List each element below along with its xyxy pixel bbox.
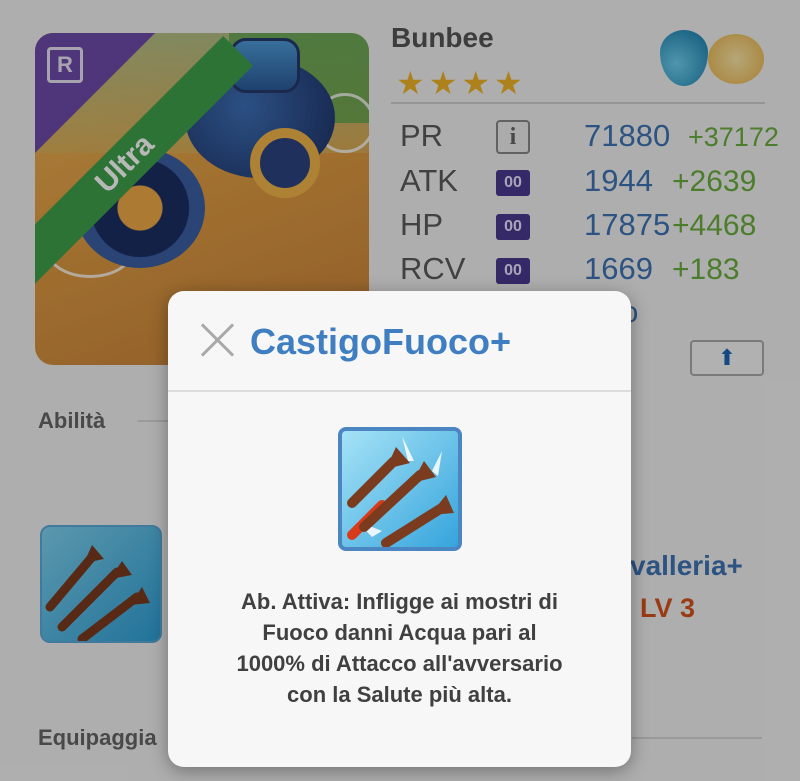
skill-arrows-icon: [338, 427, 462, 551]
skill-description: Ab. Attiva: Infligge ai mostri di Fuoco …: [188, 586, 611, 710]
arrows-icon: [347, 436, 454, 547]
description-line: con la Salute più alta.: [287, 682, 512, 707]
description-line: 1000% di Attacco all'avversario: [236, 651, 563, 676]
close-icon[interactable]: [198, 321, 236, 359]
modal-title: CastigoFuoco+: [250, 321, 512, 362]
modal-header: CastigoFuoco+: [168, 291, 631, 392]
description-line: Fuoco danni Acqua pari al: [262, 620, 537, 645]
description-line: Ab. Attiva: Infligge ai mostri di: [241, 589, 558, 614]
skill-detail-modal: CastigoFuoco+ Ab. Attiva: Infligge ai mo…: [168, 291, 631, 767]
